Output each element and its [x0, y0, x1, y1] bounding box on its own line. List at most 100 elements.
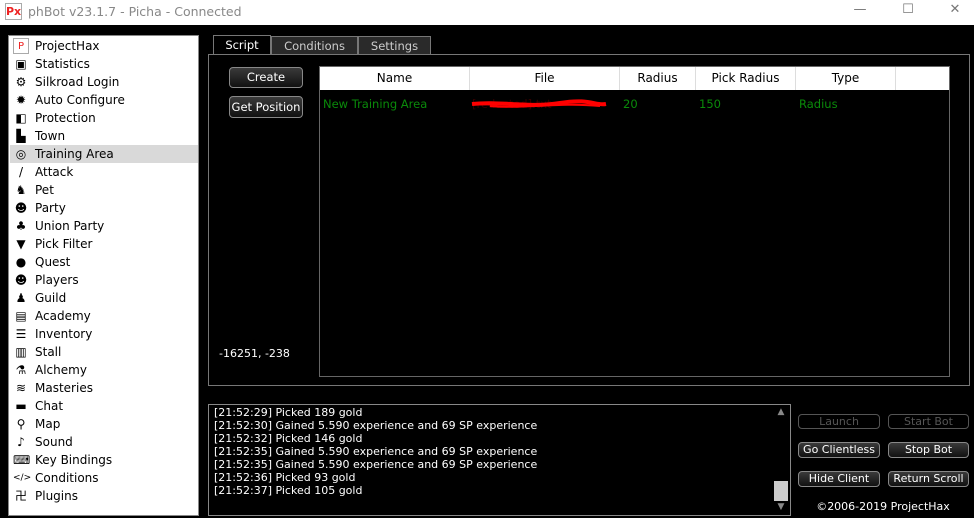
sidebar-item-players[interactable]: ☻ Players — [10, 271, 198, 289]
sidebar-item-sound[interactable]: ♪ Sound — [10, 433, 198, 451]
sidebar-item-label: Town — [35, 129, 66, 143]
sidebar-item-inventory[interactable]: ☰ Inventory — [10, 325, 198, 343]
log-box[interactable]: ▲ ▼ [21:52:29] Picked 189 gold [21:52:30]… — [208, 404, 791, 516]
redaction-scribble — [471, 99, 607, 108]
app-logo-icon: Px — [5, 3, 22, 20]
column-name[interactable]: Name — [320, 67, 470, 90]
gears-icon: ⚙ — [15, 75, 27, 89]
sidebar-item-training-area[interactable]: ◎ Training Area — [10, 145, 198, 163]
sidebar-item-label: Union Party — [35, 219, 105, 233]
scroll-thumb[interactable] — [774, 481, 788, 501]
stop-bot-button[interactable]: Stop Bot — [888, 442, 969, 458]
column-file[interactable]: File — [470, 67, 620, 90]
get-position-button[interactable]: Get Position — [229, 96, 303, 118]
go-clientless-button[interactable]: Go Clientless — [798, 442, 880, 458]
gear-a-icon: ✹ — [15, 93, 27, 107]
sidebar-item-map[interactable]: ⚲ Map — [10, 415, 198, 433]
copyright: ©2006-2019 ProjectHax — [816, 500, 950, 513]
sidebar-item-statistics[interactable]: ▣ Statistics — [10, 55, 198, 73]
sidebar-item-label: Alchemy — [35, 363, 87, 377]
maximize-button[interactable]: ☐ — [893, 2, 923, 22]
shield-icon: ◧ — [15, 111, 27, 125]
position-readout: -16251, -238 — [219, 347, 290, 360]
sidebar-item-label: Attack — [35, 165, 74, 179]
masteries-icon: ≋ — [15, 381, 27, 395]
guild-icon: ♟ — [15, 291, 27, 305]
alchemy-icon: ⚗ — [15, 363, 27, 377]
minimize-button[interactable]: — — [845, 2, 875, 22]
filter-icon: ▼ — [16, 237, 26, 251]
sidebar-item-quest[interactable]: ● Quest — [10, 253, 198, 271]
create-button[interactable]: Create — [229, 67, 303, 88]
sidebar-item-label: Guild — [35, 291, 67, 305]
sidebar-item-alchemy[interactable]: ⚗ Alchemy — [10, 361, 198, 379]
tab-settings[interactable]: Settings — [358, 36, 431, 55]
sidebar-item-masteries[interactable]: ≋ Masteries — [10, 379, 198, 397]
sidebar-item-key-bindings[interactable]: ⌨ Key Bindings — [10, 451, 198, 469]
sidebar-item-label: Silkroad Login — [35, 75, 120, 89]
tab-script[interactable]: Script — [213, 35, 271, 55]
sidebar-item-union-party[interactable]: ♣ Union Party — [10, 217, 198, 235]
sidebar-item-stall[interactable]: ▥ Stall — [10, 343, 198, 361]
sidebar-item-label: Players — [35, 273, 79, 287]
sidebar-item-attack[interactable]: / Attack — [10, 163, 198, 181]
sidebar-item-guild[interactable]: ♟ Guild — [10, 289, 198, 307]
sidebar-item-protection[interactable]: ◧ Protection — [10, 109, 198, 127]
sidebar-item-chat[interactable]: ▬ Chat — [10, 397, 198, 415]
town-icon: ▙ — [16, 129, 26, 143]
scroll-down-icon[interactable]: ▼ — [772, 502, 790, 512]
cell-type: Radius — [799, 97, 838, 111]
launch-button[interactable]: Launch — [798, 414, 880, 429]
sidebar-item-label: Pick Filter — [35, 237, 93, 251]
tab-conditions[interactable]: Conditions — [271, 36, 358, 55]
log-line: [21:52:35] Gained 5.590 experience and 6… — [214, 458, 538, 471]
sidebar-item-pick-filter[interactable]: ▼ Pick Filter — [10, 235, 198, 253]
sidebar-item-label: Pet — [35, 183, 54, 197]
sidebar-item-projecthax[interactable]: P ProjectHax — [10, 37, 198, 55]
column-pick-radius[interactable]: Pick Radius — [696, 67, 796, 90]
inventory-icon: ☰ — [15, 327, 27, 341]
close-button[interactable]: ✕ — [940, 2, 970, 22]
quest-icon: ● — [15, 255, 27, 269]
players-icon: ☻ — [14, 273, 28, 287]
party-icon: ☻ — [14, 201, 28, 215]
window-title: phBot v23.1.7 - Picha - Connected — [28, 4, 242, 19]
sidebar-item-party[interactable]: ☻ Party — [10, 199, 198, 217]
sidebar-item-academy[interactable]: ▤ Academy — [10, 307, 198, 325]
sidebar-item-auto-configure[interactable]: ✹ Auto Configure — [10, 91, 198, 109]
sidebar-item-silkroad-login[interactable]: ⚙ Silkroad Login — [10, 73, 198, 91]
map-pin-icon: ⚲ — [16, 417, 26, 431]
sidebar-item-label: ProjectHax — [35, 39, 100, 53]
keyboard-icon: ⌨ — [13, 453, 31, 467]
sidebar-item-label: Conditions — [35, 471, 99, 485]
academy-icon: ▤ — [15, 309, 27, 323]
sidebar-item-conditions[interactable]: </> Conditions — [10, 469, 198, 487]
sidebar-item-pet[interactable]: ♞ Pet — [10, 181, 198, 199]
sidebar-item-label: Masteries — [35, 381, 93, 395]
cell-name: New Training Area — [323, 97, 428, 111]
sidebar-item-label: Key Bindings — [35, 453, 113, 467]
return-scroll-button[interactable]: Return Scroll — [888, 471, 969, 487]
sidebar-item-label: Auto Configure — [35, 93, 125, 107]
column-type[interactable]: Type — [796, 67, 896, 90]
log-line: [21:52:37] Picked 105 gold — [214, 484, 363, 497]
sidebar-item-label: Training Area — [35, 147, 114, 161]
sidebar-item-label: Statistics — [35, 57, 90, 71]
scroll-up-icon[interactable]: ▲ — [772, 407, 790, 417]
log-scrollbar[interactable]: ▲ ▼ — [772, 405, 790, 515]
start-bot-button[interactable]: Start Bot — [888, 414, 969, 429]
sidebar-item-plugins[interactable]: 卍 Plugins — [10, 487, 198, 505]
bell-icon: ♪ — [17, 435, 25, 449]
training-area-table[interactable]: Name File Radius Pick Radius Type New Tr… — [319, 66, 950, 377]
column-radius[interactable]: Radius — [620, 67, 696, 90]
sidebar-item-label: Academy — [35, 309, 91, 323]
sidebar-item-label: Map — [35, 417, 61, 431]
sidebar-item-town[interactable]: ▙ Town — [10, 127, 198, 145]
sidebar-item-label: Party — [35, 201, 66, 215]
hide-client-button[interactable]: Hide Client — [798, 471, 880, 487]
projecthax-logo-icon: P — [13, 38, 29, 54]
cell-pick-radius: 150 — [699, 97, 721, 111]
sidebar-item-label: Chat — [35, 399, 64, 413]
chat-icon: ▬ — [15, 399, 27, 413]
sidebar-item-label: Inventory — [35, 327, 93, 341]
